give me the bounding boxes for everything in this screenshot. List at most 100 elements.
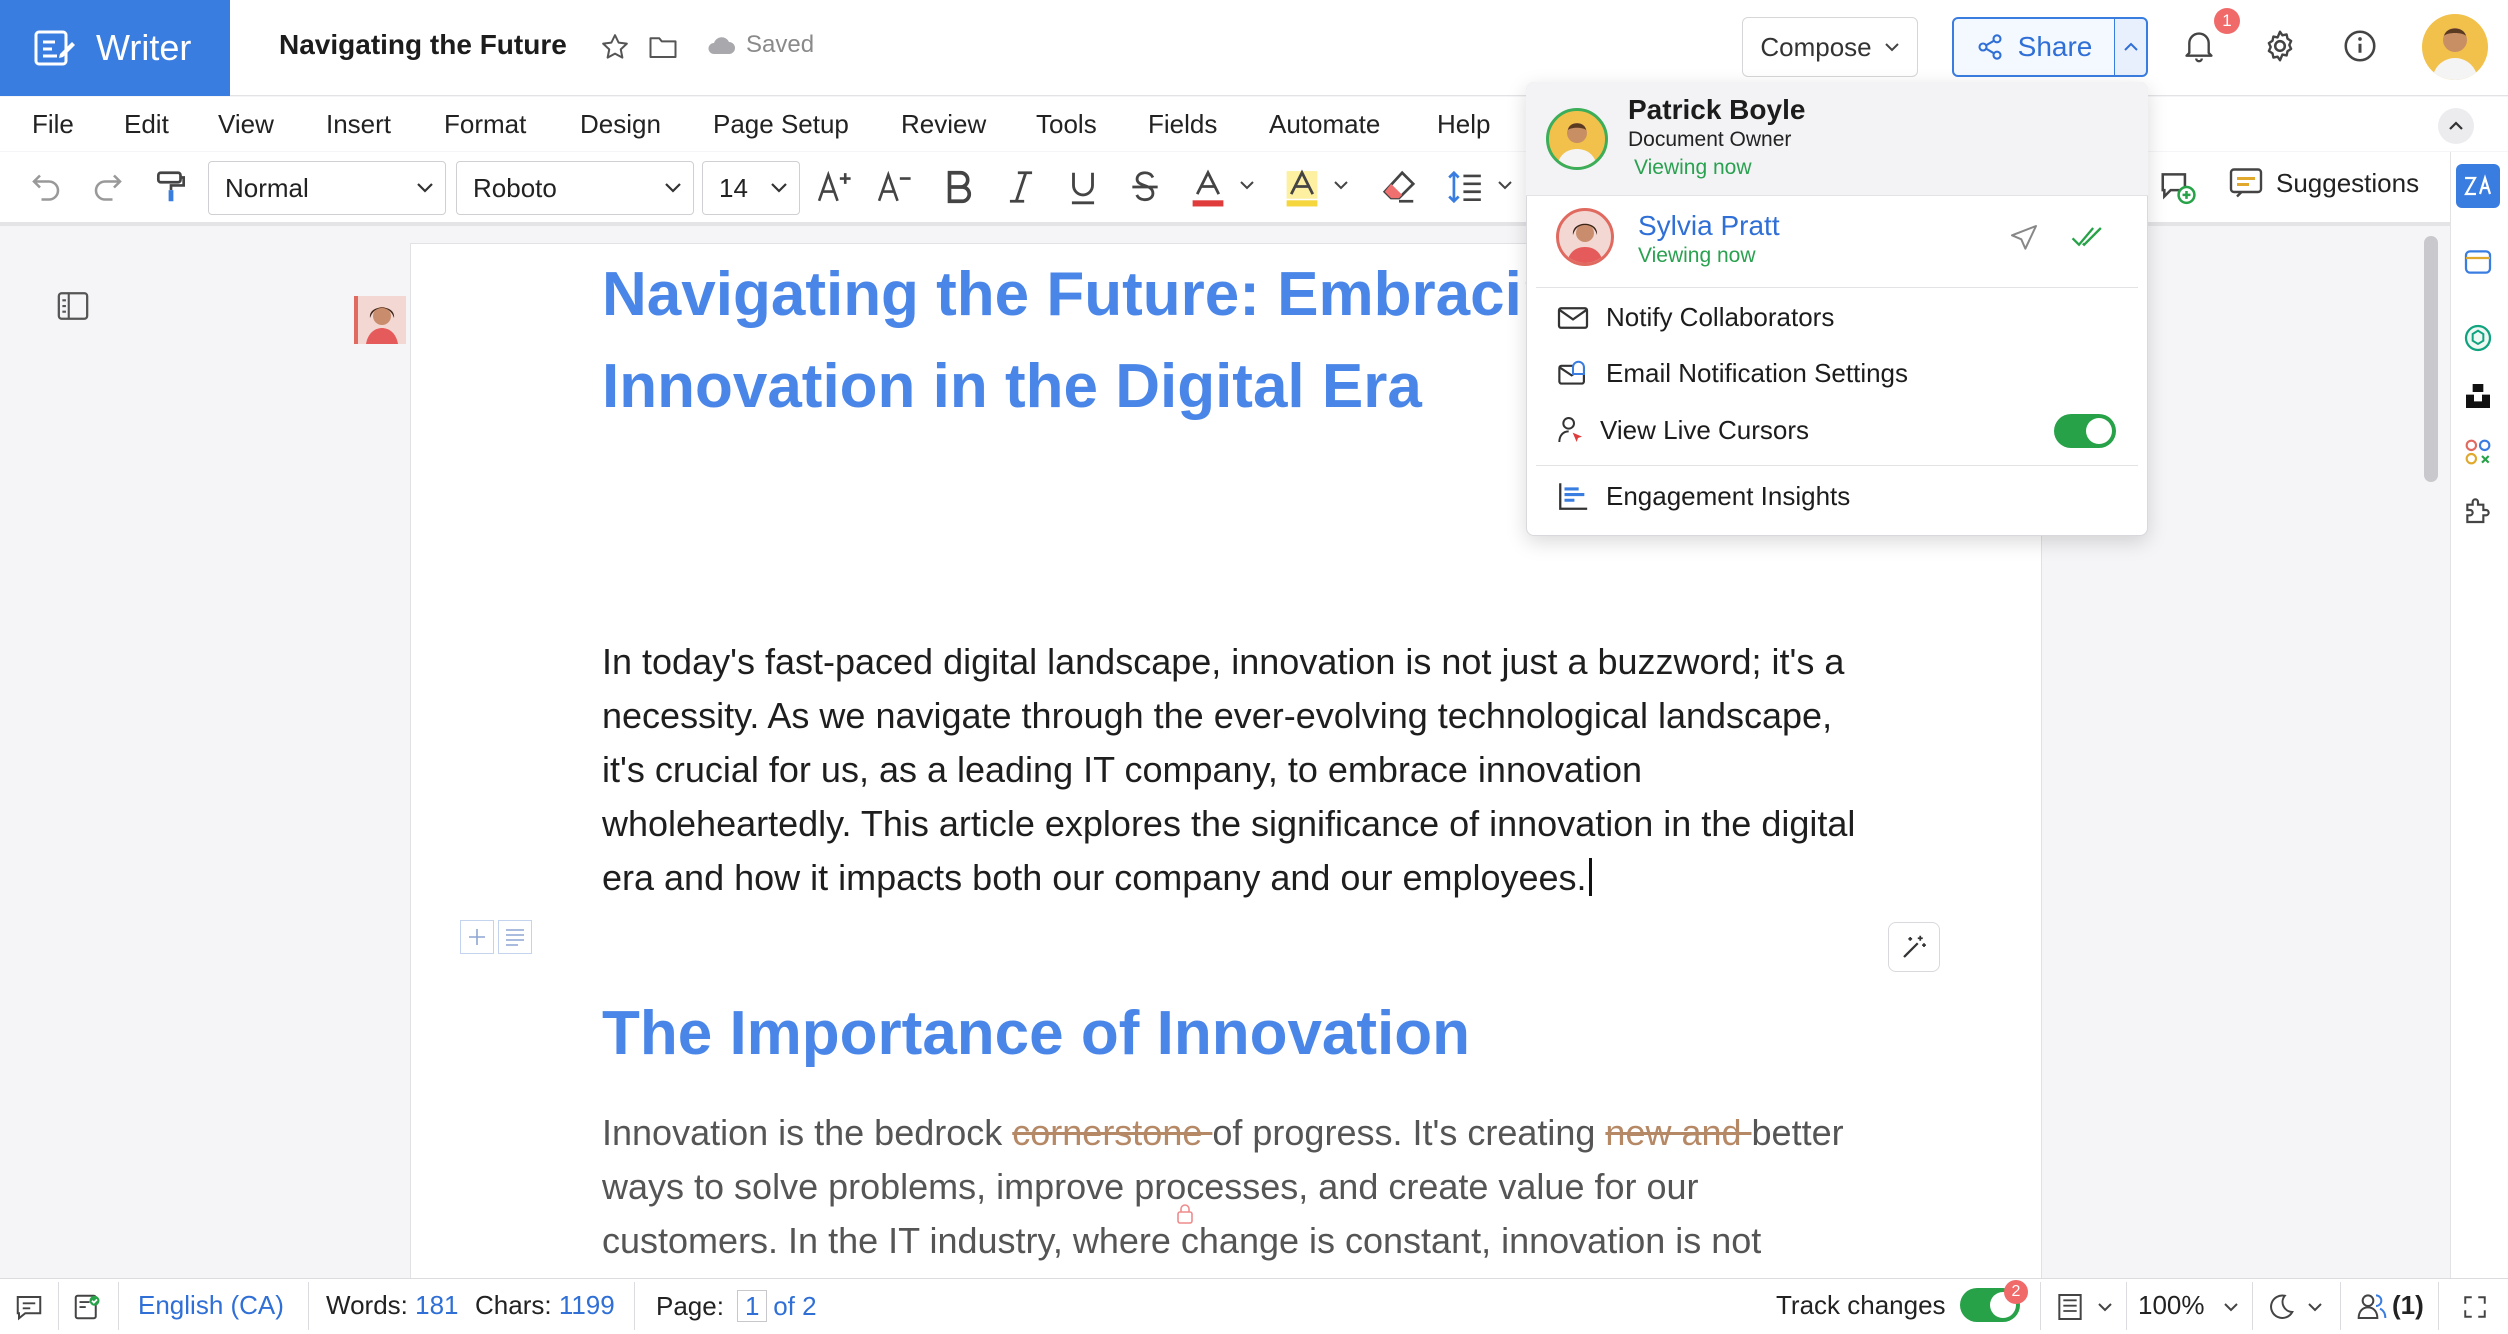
- collaborators-indicator[interactable]: (1): [2356, 1290, 2424, 1321]
- paragraph-text: of progress. It's creating: [1212, 1112, 1606, 1153]
- chevron-down-icon[interactable]: [1496, 178, 1514, 192]
- menu-view[interactable]: View: [218, 109, 274, 140]
- block-tools: [460, 920, 532, 954]
- menu-insert[interactable]: Insert: [326, 109, 391, 140]
- send-icon[interactable]: [2008, 222, 2040, 254]
- dark-mode-icon[interactable]: [2266, 1292, 2296, 1322]
- page-number-input[interactable]: 1: [737, 1290, 768, 1322]
- highlight-color-icon[interactable]: [1284, 168, 1320, 208]
- menu-edit[interactable]: Edit: [124, 109, 169, 140]
- paragraph-importance[interactable]: Innovation is the bedrock cornerstone of…: [602, 1106, 1882, 1268]
- share-label: Share: [2017, 31, 2093, 62]
- extensions-icon[interactable]: [2462, 494, 2494, 526]
- chevron-up-icon: [2449, 121, 2463, 130]
- star-icon[interactable]: [600, 32, 630, 62]
- undo-icon[interactable]: [28, 168, 64, 204]
- notify-collaborators-item[interactable]: Notify Collaborators: [1556, 302, 1834, 333]
- suggestions-button[interactable]: Suggestions: [2228, 166, 2419, 200]
- format-painter-icon[interactable]: [152, 168, 190, 206]
- paragraph-style-dropdown[interactable]: Normal: [208, 161, 446, 215]
- owner-viewing-status: Viewing now: [1634, 156, 1752, 179]
- chevron-down-icon[interactable]: [2096, 1300, 2114, 1314]
- divider: [58, 1282, 59, 1330]
- compose-button[interactable]: Compose: [1742, 17, 1918, 77]
- underline-icon[interactable]: [1066, 168, 1100, 206]
- chevron-down-icon[interactable]: [2222, 1300, 2240, 1314]
- zia-assistant-icon[interactable]: [2456, 164, 2500, 208]
- chevron-down-icon: [1884, 43, 1899, 52]
- unsplash-icon[interactable]: [2462, 380, 2494, 412]
- menu-design[interactable]: Design: [580, 109, 661, 140]
- info-icon[interactable]: [2342, 28, 2378, 64]
- clear-formatting-icon[interactable]: [1380, 168, 1418, 206]
- spellcheck-icon[interactable]: [72, 1292, 102, 1322]
- menu-review[interactable]: Review: [901, 109, 986, 140]
- page-layout-icon[interactable]: [2054, 1292, 2086, 1322]
- paragraph-intro[interactable]: In today's fast-paced digital landscape,…: [602, 635, 1882, 905]
- chevron-down-icon[interactable]: [2306, 1300, 2324, 1314]
- chevron-down-icon[interactable]: [1238, 178, 1256, 192]
- save-status: Saved: [706, 31, 814, 59]
- menu-page-setup[interactable]: Page Setup: [713, 109, 849, 140]
- engagement-insights-label: Engagement Insights: [1606, 480, 1851, 511]
- chars-value: 1199: [558, 1290, 615, 1320]
- toggle-knob: [2086, 418, 2112, 444]
- chatgpt-icon[interactable]: [2462, 322, 2494, 354]
- integrations-icon[interactable]: [2462, 436, 2494, 468]
- document-heading-2[interactable]: The Importance of Innovation: [602, 988, 1902, 1080]
- page-label: Page:: [656, 1291, 724, 1321]
- menu-help[interactable]: Help: [1437, 109, 1490, 140]
- increase-font-size-icon[interactable]: [816, 168, 856, 206]
- zoom-level[interactable]: 100%: [2138, 1290, 2205, 1321]
- language-selector[interactable]: English (CA): [138, 1290, 284, 1321]
- live-cursors-toggle[interactable]: [2054, 414, 2116, 448]
- engagement-insights-item[interactable]: Engagement Insights: [1556, 480, 1850, 512]
- font-family-dropdown[interactable]: Roboto: [456, 161, 694, 215]
- block-options-button[interactable]: [498, 920, 532, 954]
- chevron-down-icon[interactable]: [1332, 178, 1350, 192]
- email-bell-icon: [1558, 360, 1585, 385]
- chevron-down-icon: [665, 183, 681, 193]
- collaborator-viewing-status: Viewing now: [1638, 244, 1756, 267]
- menu-tools[interactable]: Tools: [1036, 109, 1097, 140]
- share-button[interactable]: Share: [1952, 17, 2116, 77]
- card-panel-icon[interactable]: [2462, 246, 2494, 278]
- document-outline-icon[interactable]: [56, 290, 90, 322]
- italic-icon[interactable]: [1004, 168, 1038, 206]
- redo-icon[interactable]: [90, 168, 126, 204]
- decrease-font-size-icon[interactable]: [876, 168, 916, 206]
- line-spacing-icon[interactable]: [1446, 168, 1484, 206]
- add-block-button[interactable]: [460, 920, 494, 954]
- collaborator-name[interactable]: Sylvia Pratt: [1638, 210, 1780, 242]
- share-options-toggle[interactable]: [2114, 17, 2148, 77]
- document-title[interactable]: Navigating the Future: [279, 29, 567, 61]
- font-color-icon[interactable]: [1190, 168, 1226, 208]
- paragraph-intro-text: In today's fast-paced digital landscape,…: [602, 641, 1856, 898]
- tracked-deletion[interactable]: cornerstone: [1012, 1112, 1212, 1153]
- menu-automate[interactable]: Automate: [1269, 109, 1380, 140]
- user-avatar[interactable]: [2422, 14, 2488, 80]
- menu-format[interactable]: Format: [444, 109, 526, 140]
- strikethrough-icon[interactable]: [1128, 168, 1162, 206]
- folder-icon[interactable]: [648, 33, 678, 61]
- collapse-toolbar-button[interactable]: [2438, 108, 2474, 144]
- chevron-down-icon: [771, 183, 787, 193]
- view-live-cursors-item[interactable]: View Live Cursors: [1556, 414, 1809, 446]
- bold-icon[interactable]: [942, 168, 976, 206]
- user-cursor-icon: [1558, 417, 1582, 443]
- ai-magic-button[interactable]: [1888, 922, 1940, 972]
- app-brand[interactable]: Writer: [0, 0, 230, 96]
- menu-fields[interactable]: Fields: [1148, 109, 1217, 140]
- bell-icon[interactable]: [2182, 28, 2216, 64]
- email-notification-settings-item[interactable]: Email Notification Settings: [1556, 358, 1908, 389]
- suggestions-label: Suggestions: [2276, 167, 2420, 198]
- font-size-dropdown[interactable]: 14: [702, 161, 800, 215]
- comments-icon[interactable]: [14, 1292, 44, 1322]
- tracked-deletion[interactable]: new and: [1605, 1112, 1751, 1153]
- gear-icon[interactable]: [2262, 28, 2298, 64]
- vertical-scrollbar[interactable]: [2424, 236, 2438, 482]
- users-icon: [2357, 1293, 2387, 1319]
- add-comment-icon[interactable]: [2158, 168, 2196, 206]
- menu-file[interactable]: File: [32, 109, 74, 140]
- fullscreen-icon[interactable]: [2462, 1294, 2488, 1320]
